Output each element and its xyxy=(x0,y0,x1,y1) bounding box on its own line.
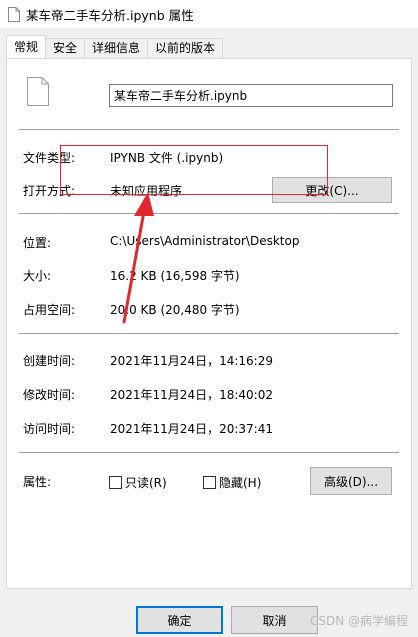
advanced-button[interactable]: 高级(D)... xyxy=(310,467,392,495)
divider xyxy=(19,333,399,334)
size-on-disk-label: 占用空间: xyxy=(23,303,76,317)
attributes-label: 属性: xyxy=(23,475,52,489)
tab-security[interactable]: 安全 xyxy=(45,38,86,58)
readonly-checkbox-box[interactable] xyxy=(109,476,122,489)
title-bar: 某车帝二手车分析.ipynb 属性 xyxy=(0,0,418,28)
watermark: CSDN @病学编程 xyxy=(309,614,408,628)
hidden-label: 隐藏(H) xyxy=(219,476,262,490)
accessed-label: 访问时间: xyxy=(23,422,76,436)
size-label: 大小: xyxy=(23,269,52,283)
annotation-rectangle xyxy=(60,145,328,195)
ok-button[interactable]: 确定 xyxy=(136,606,223,634)
file-name-input[interactable] xyxy=(109,84,393,107)
general-panel: 文件类型: IPYNB 文件 (.ipynb) 打开方式: 未知应用程序 更改(… xyxy=(6,58,412,589)
tab-general[interactable]: 常规 xyxy=(6,35,47,58)
accessed-value: 2021年11月24日，20:37:41 xyxy=(110,422,273,436)
file-icon xyxy=(6,6,22,22)
hidden-checkbox[interactable]: 隐藏(H) xyxy=(203,474,261,491)
divider xyxy=(19,129,399,130)
modified-value: 2021年11月24日，18:40:02 xyxy=(110,388,273,402)
document-icon xyxy=(27,77,49,106)
cancel-button[interactable]: 取消 xyxy=(231,606,318,634)
created-label: 创建时间: xyxy=(23,354,76,368)
tab-strip: 常规 安全 详细信息 以前的版本 xyxy=(6,35,224,58)
window-title: 某车帝二手车分析.ipynb 属性 xyxy=(26,7,194,23)
tab-details[interactable]: 详细信息 xyxy=(84,38,149,58)
hidden-checkbox-box[interactable] xyxy=(203,476,216,489)
readonly-label: 只读(R) xyxy=(125,476,167,490)
readonly-checkbox[interactable]: 只读(R) xyxy=(109,474,167,491)
annotation-arrow-icon xyxy=(122,192,154,324)
location-label: 位置: xyxy=(23,236,52,250)
divider xyxy=(19,452,399,453)
modified-label: 修改时间: xyxy=(23,388,76,402)
tab-previous-versions[interactable]: 以前的版本 xyxy=(147,38,224,58)
divider xyxy=(19,213,399,214)
created-value: 2021年11月24日，14:16:29 xyxy=(110,354,273,368)
